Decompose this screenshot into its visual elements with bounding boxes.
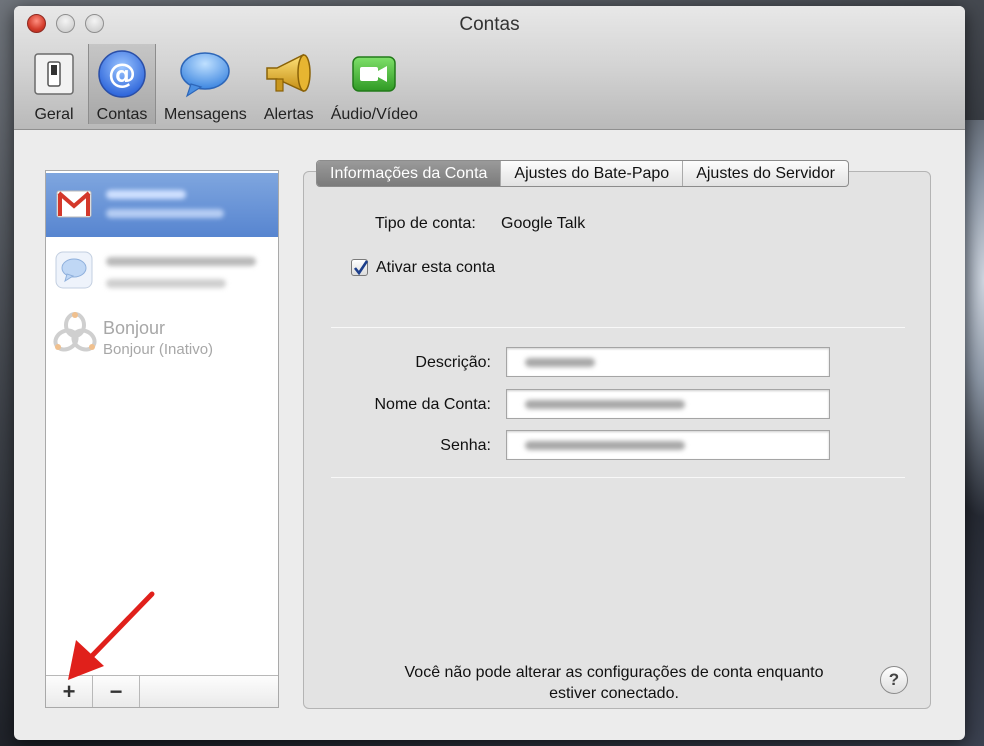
toolbar-item-audio-video[interactable]: Áudio/Vídeo [323,44,426,124]
connected-warning-text: Você não pode alterar as configurações d… [404,664,824,702]
account-item-bonjour[interactable]: Bonjour Bonjour (Inativo) [46,305,278,369]
svg-text:@: @ [108,57,136,90]
account-item-gmail[interactable] [46,173,278,237]
megaphone-icon [263,48,315,100]
account-item-jabber[interactable] [46,239,278,303]
add-account-button[interactable]: + [46,676,93,707]
tab-bar: Informações da Conta Ajustes do Bate-Pap… [316,160,849,187]
tab-account-info[interactable]: Informações da Conta [317,161,502,186]
at-sign-icon: @ [96,48,148,100]
redacted-account-status [106,279,226,288]
enable-account-label: Ativar esta conta [376,259,496,276]
account-name-field[interactable] [506,389,830,419]
toolbar: Geral @ Contas Mensagens Alertas Áudio/V… [20,44,426,128]
redacted-account-status [106,209,224,218]
redacted-description [525,358,595,367]
redacted-account-name [106,190,186,199]
window-title: Contas [459,14,520,35]
separator [331,327,905,328]
checkmark-icon [353,260,369,276]
chat-bubble-icon [55,251,93,289]
tab-chat-settings[interactable]: Ajustes do Bate-Papo [501,161,684,186]
toolbar-item-contas[interactable]: @ Contas [88,44,156,124]
toolbar-item-geral[interactable]: Geral [20,44,88,124]
description-field[interactable] [506,347,830,377]
password-field[interactable] [506,430,830,460]
bonjour-icon [53,311,97,355]
redacted-account-name [525,400,685,409]
speech-bubble-icon [179,48,231,100]
help-button[interactable]: ? [880,666,908,694]
tab-server-settings[interactable]: Ajustes do Servidor [683,161,848,186]
accounts-list-footer: + − [46,675,278,707]
enable-account-checkbox[interactable] [351,259,369,276]
account-type-value: Google Talk [501,215,586,232]
toolbar-item-mensagens[interactable]: Mensagens [156,44,255,124]
accounts-list[interactable]: Bonjour Bonjour (Inativo) + − [45,170,279,708]
separator [331,477,905,478]
redacted-account-name [106,257,256,266]
gmail-icon [55,185,93,223]
preferences-window: Contas Geral @ Contas Mensagens Alertas … [14,6,965,740]
redacted-password [525,441,685,450]
description-label: Descrição: [415,354,491,371]
title-bar: Contas Geral @ Contas Mensagens Alertas … [14,6,965,130]
password-label: Senha: [440,437,491,454]
toolbar-item-alertas[interactable]: Alertas [255,44,323,124]
video-camera-icon [348,48,400,100]
account-type-label: Tipo de conta: [375,215,476,232]
account-name-label: Nome da Conta: [374,396,491,413]
switch-icon [28,48,80,100]
remove-account-button[interactable]: − [93,676,140,707]
